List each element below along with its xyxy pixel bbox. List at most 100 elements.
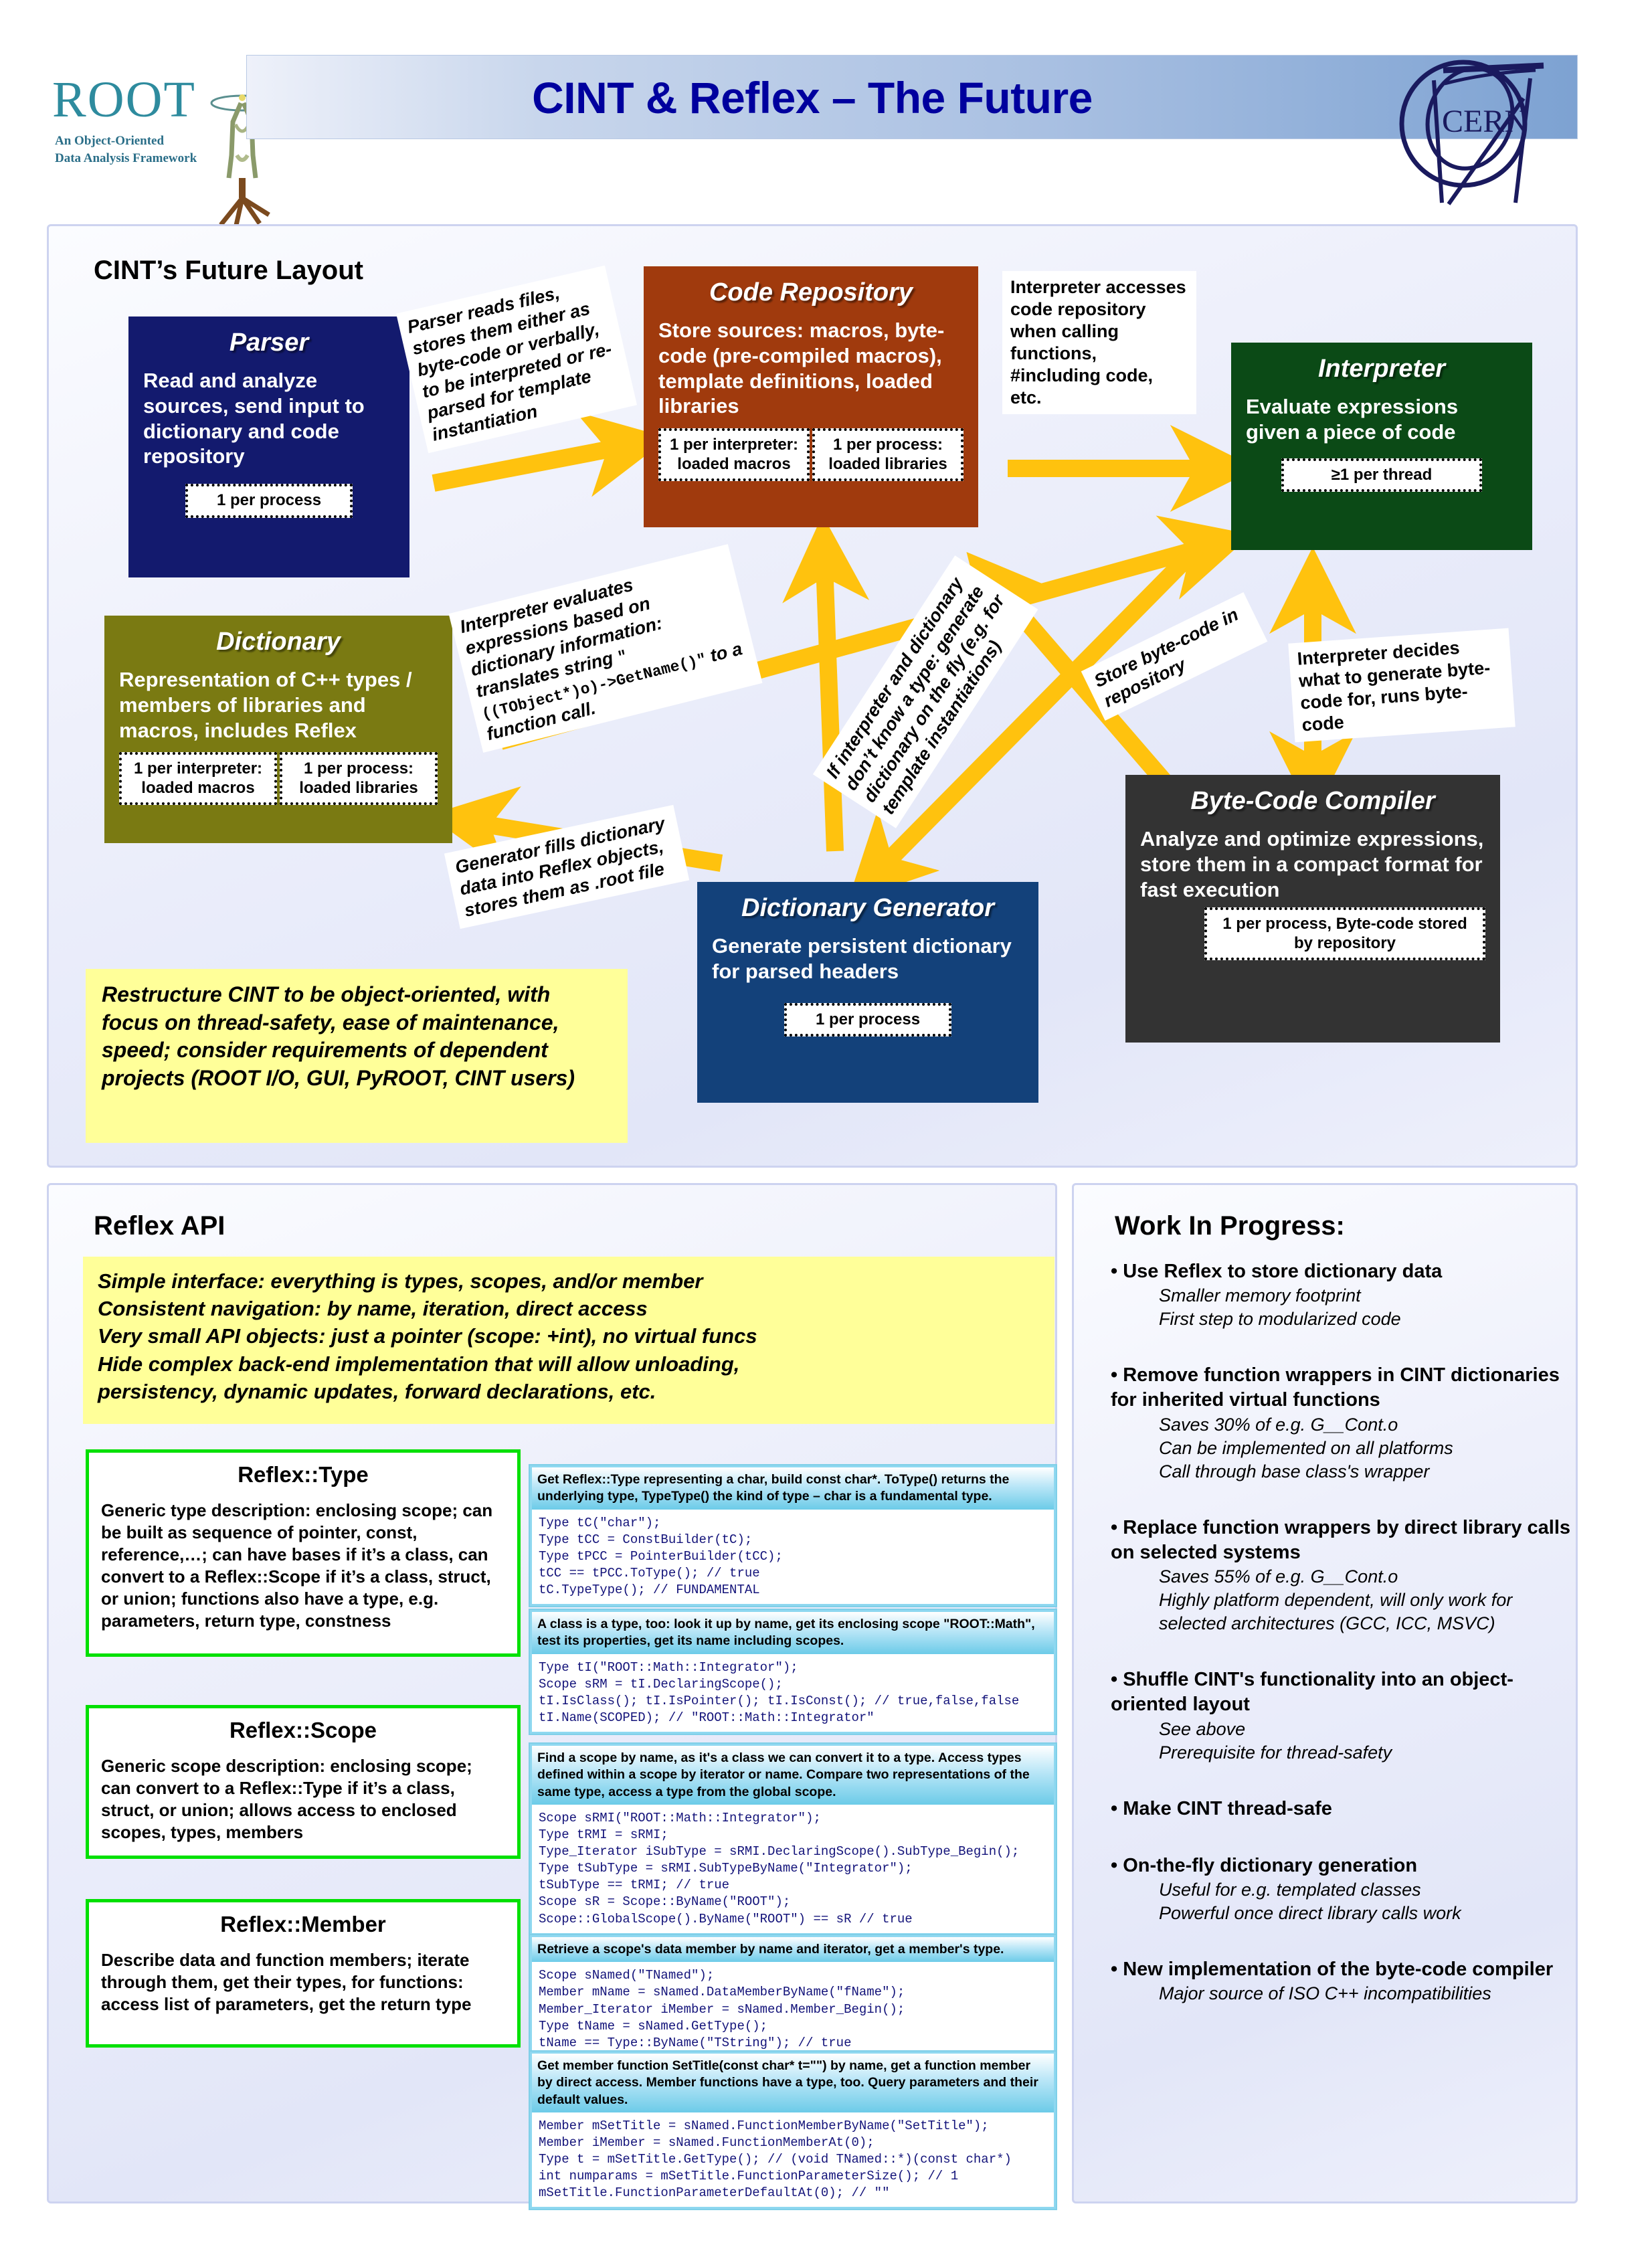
diagram-box-byte-code-compiler[interactable]: Byte-Code Compiler Analyze and optimize … [1125,775,1500,1043]
root-logo: ROOT An Object-Oriented Data Analysis Fr… [47,52,274,229]
work-in-progress-list: • Use Reflex to store dictionary data Sm… [1111,1259,1572,2015]
callout-reflex-api-summary: Simple interface: everything is types, s… [83,1257,1054,1424]
wip-item-1: • Use Reflex to store dictionary data Sm… [1111,1259,1572,1331]
code-example-3: Find a scope by name, as it's a class we… [529,1742,1057,1936]
concept-box-reflex-scope[interactable]: Reflex::Scope Generic scope description:… [86,1705,521,1859]
poster-header: ROOT An Object-Oriented Data Analysis Fr… [0,0,1652,229]
wip-item-7: • New implementation of the byte-code co… [1111,1957,1572,2005]
diagram-box-parser[interactable]: Parser Read and analyze sources, send in… [128,317,409,577]
section-title-cint-future-layout: CINT’s Future Layout [94,256,363,285]
reflex-summary-line-1: Simple interface: everything is types, s… [98,1269,703,1293]
root-logo-tagline-line2: Data Analysis Framework [55,151,197,165]
wip-item-3-bullet: • Replace function wrappers by direct li… [1111,1516,1571,1563]
wip-item-5-bullet: • Make CINT thread-safe [1111,1797,1332,1819]
wip-item-1-bullet: • Use Reflex to store dictionary data [1111,1261,1443,1282]
wip-spacer-3 [1111,1645,1572,1667]
callout-restructure-cint: Restructure CINT to be object-oriented, … [86,969,628,1143]
concept-box-reflex-type[interactable]: Reflex::Type Generic type description: e… [86,1449,521,1657]
parser-title: Parser [229,329,309,357]
wip-item-2-sub-2: Can be implemented on all platforms [1159,1437,1453,1458]
code-example-2-header: A class is a type, too: look it up by na… [532,1612,1054,1654]
code-example-3-header: Find a scope by name, as it's a class we… [532,1746,1054,1805]
interpreter-title: Interpreter [1317,355,1446,383]
wip-item-7-sub-1: Major source of ISO C++ incompatibilitie… [1159,1983,1491,2004]
code-example-1-body: Type tC("char"); Type tCC = ConstBuilder… [532,1509,1054,1605]
reflex-summary-line-4: Hide complex back-end implementation tha… [98,1352,740,1376]
section-title-reflex-api: Reflex API [94,1211,225,1241]
code-example-5-body: Member mSetTitle = sNamed.FunctionMember… [532,2112,1054,2207]
wip-spacer-5 [1111,1831,1572,1854]
dictionary-badge-1: 1 per interpreter: loaded macros [119,752,277,806]
wip-item-3-sub-1: Saves 55% of e.g. G__Cont.o [1159,1566,1398,1587]
wip-item-4-sub-2: Prerequisite for thread-safety [1159,1742,1392,1763]
reflex-scope-title: Reflex::Scope [229,1718,377,1742]
wip-item-6-sub-2: Powerful once direct library calls work [1159,1903,1461,1924]
byte-code-compiler-body: Analyze and optimize expressions, store … [1140,827,1484,901]
code-example-5-header: Get member function SetTitle(const char*… [532,2054,1054,2113]
wip-item-1-sub-2: First step to modularized code [1159,1309,1401,1330]
cern-logo-text: CERN [1442,104,1528,139]
reflex-type-body: Generic type description: enclosing scop… [101,1500,493,1631]
wip-item-4-sub-1: See above [1159,1718,1246,1739]
wip-item-4-bullet: • Shuffle CINT's functionality into an o… [1111,1669,1513,1716]
dictionary-generator-body: Generate persistent dictionary for parse… [712,934,1012,983]
reflex-member-body: Describe data and function members; iter… [101,1950,472,2015]
reflex-summary-line-5: persistency, dynamic updates, forward de… [98,1379,656,1403]
dictionary-generator-title: Dictionary Generator [741,894,994,922]
code-example-5: Get member function SetTitle(const char*… [529,2050,1057,2211]
diagram-box-code-repository[interactable]: Code Repository Store sources: macros, b… [644,266,978,527]
concept-box-reflex-member[interactable]: Reflex::Member Describe data and functio… [86,1899,521,2048]
reflex-summary-line-3: Very small API objects: just a pointer (… [98,1324,757,1348]
code-example-4: Retrieve a scope's data member by name a… [529,1934,1057,2060]
byte-code-compiler-badge-1: 1 per process, Byte-code stored by repos… [1204,907,1485,961]
wip-item-2-sub-1: Saves 30% of e.g. G__Cont.o [1159,1414,1398,1435]
wip-item-2-bullet: • Remove function wrappers in CINT dicti… [1111,1364,1560,1411]
code-example-2-body: Type tI("ROOT::Math::Integrator"); Scope… [532,1653,1054,1732]
wip-item-6: • On-the-fly dictionary generation Usefu… [1111,1854,1572,1925]
code-example-1-header: Get Reflex::Type representing a char, bu… [532,1467,1054,1510]
root-logo-wordmark: ROOT [52,72,196,128]
wip-item-6-bullet: • On-the-fly dictionary generation [1111,1854,1418,1876]
reflex-scope-body: Generic scope description: enclosing sco… [101,1756,472,1843]
dictionary-generator-badge-1: 1 per process [784,1002,951,1036]
wip-item-5: • Make CINT thread-safe [1111,1797,1572,1821]
code-example-4-header: Retrieve a scope's data member by name a… [532,1937,1054,1963]
wip-item-6-sub-1: Useful for e.g. templated classes [1159,1879,1421,1900]
diagram-box-interpreter[interactable]: Interpreter Evaluate expressions given a… [1231,343,1532,550]
code-example-1: Get Reflex::Type representing a char, bu… [529,1464,1057,1608]
reflex-member-title: Reflex::Member [220,1912,386,1936]
code-repository-title: Code Repository [709,278,913,306]
dictionary-badge-2: 1 per process: loaded libraries [280,752,438,806]
interpreter-body: Evaluate expressions given a piece of co… [1246,395,1459,444]
dictionary-body: Representation of C++ types / members of… [119,668,412,742]
wip-spacer-1 [1111,1340,1572,1363]
diagram-box-dictionary[interactable]: Dictionary Representation of C++ types /… [104,616,452,843]
root-logo-tagline-line1: An Object-Oriented [55,134,165,148]
parser-body: Read and analyze sources, send input to … [143,369,365,468]
code-example-4-body: Scope sNamed("TNamed"); Member mName = s… [532,1962,1054,2057]
note-interpreter-decides-byte-code: Interpreter decides what to generate byt… [1288,628,1516,743]
note-interpreter-accesses-repository: Interpreter accesses code repository whe… [1002,271,1196,414]
wip-item-2: • Remove function wrappers in CINT dicti… [1111,1363,1572,1483]
wip-item-3: • Replace function wrappers by direct li… [1111,1516,1572,1636]
wip-item-7-bullet: • New implementation of the byte-code co… [1111,1959,1554,1981]
interpreter-badge-1: ≥1 per thread [1281,458,1482,492]
code-example-2: A class is a type, too: look it up by na… [529,1609,1057,1735]
wip-spacer-6 [1111,1934,1572,1957]
wip-item-1-sub-1: Smaller memory footprint [1159,1285,1361,1306]
byte-code-compiler-title: Byte-Code Compiler [1190,787,1435,815]
wip-item-4: • Shuffle CINT's functionality into an o… [1111,1667,1572,1764]
section-title-work-in-progress: Work In Progress: [1115,1211,1345,1241]
code-repository-badge-1: 1 per interpreter: loaded macros [658,428,810,481]
parser-badge-1: 1 per process [185,484,353,518]
cern-logo-icon: CERN [1399,60,1544,205]
code-repository-badge-2: 1 per process: loaded libraries [812,428,963,481]
wip-item-3-sub-2: Highly platform dependent, will only wor… [1159,1590,1513,1634]
wip-spacer-4 [1111,1774,1572,1797]
reflex-summary-line-2: Consistent navigation: by name, iteratio… [98,1297,648,1321]
reflex-type-title: Reflex::Type [238,1462,369,1487]
wip-item-2-sub-3: Call through base class's wrapper [1159,1461,1430,1481]
diagram-box-dictionary-generator[interactable]: Dictionary Generator Generate persistent… [697,882,1038,1103]
dictionary-title: Dictionary [216,628,341,656]
code-example-3-body: Scope sRMI("ROOT::Math::Integrator"); Ty… [532,1805,1054,1933]
